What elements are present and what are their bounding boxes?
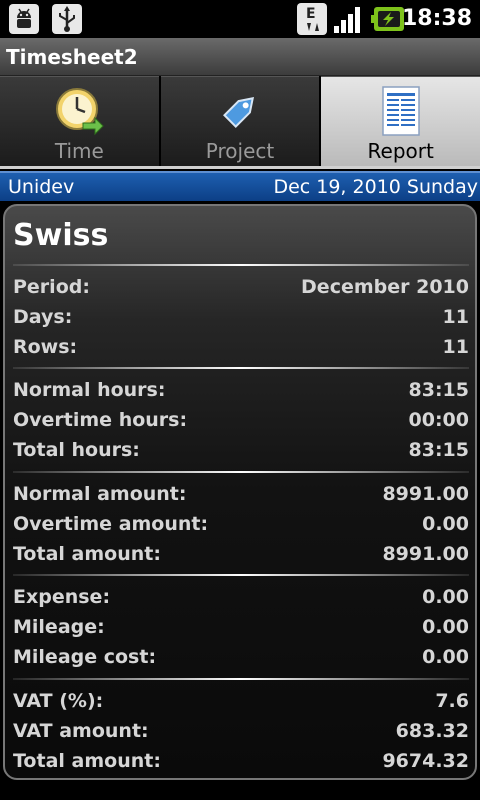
app-title: Timesheet2 [6, 45, 138, 69]
clock-icon [53, 85, 105, 137]
status-bar: E 18:38 [0, 0, 480, 38]
report-row-normal-amount: Normal amount: 8991.00 [13, 479, 469, 509]
current-date: Dec 19, 2010 Sunday [273, 176, 478, 198]
report-row-vat-percent: VAT (%): 7.6 [13, 686, 469, 716]
row-value: 0.00 [422, 513, 469, 535]
report-row-total-hours: Total hours: 83:15 [13, 435, 469, 465]
report-row-mileage: Mileage: 0.00 [13, 612, 469, 642]
row-value: 0.00 [422, 646, 469, 668]
row-value: 83:15 [408, 379, 469, 401]
row-label: Rows: [13, 336, 78, 358]
report-row-normal-hours: Normal hours: 83:15 [13, 375, 469, 405]
divider [13, 574, 469, 576]
row-label: Mileage cost: [13, 646, 157, 668]
row-label: VAT (%): [13, 690, 104, 712]
report-title: Swiss [13, 218, 109, 253]
usb-icon [50, 4, 84, 34]
report-row-expense: Expense: 0.00 [13, 582, 469, 612]
report-row-grand-total: Total amount: 9674.32 [13, 746, 469, 776]
tab-report-label: Report [367, 139, 434, 163]
row-value: 683.32 [395, 720, 469, 742]
row-value: 83:15 [408, 439, 469, 461]
tag-icon [214, 85, 266, 137]
tab-time[interactable]: Time [0, 76, 159, 168]
report-row-vat-amount: VAT amount: 683.32 [13, 716, 469, 746]
android-debug-icon [6, 4, 42, 34]
svg-text:E: E [306, 6, 316, 22]
info-strip: Unidev Dec 19, 2010 Sunday [0, 171, 480, 201]
row-label: Expense: [13, 586, 111, 608]
row-value: 0.00 [422, 586, 469, 608]
row-label: Total hours: [13, 439, 140, 461]
row-value: 7.6 [435, 690, 469, 712]
row-label: Total amount: [13, 750, 161, 772]
signal-icon [332, 4, 366, 34]
row-value: 8991.00 [382, 483, 469, 505]
report-row-mileage-cost: Mileage cost: 0.00 [13, 642, 469, 672]
tab-project[interactable]: Project [160, 76, 320, 168]
report-card[interactable]: Swiss Period: December 2010 Days: 11 Row… [3, 204, 477, 780]
row-value: 11 [442, 306, 469, 328]
divider [13, 367, 469, 369]
document-icon [375, 85, 427, 137]
row-value: 9674.32 [382, 750, 469, 772]
report-row-rows: Rows: 11 [13, 332, 469, 362]
status-clock: 18:38 [401, 6, 472, 31]
edge-data-icon: E [296, 3, 328, 35]
report-row-overtime-amount: Overtime amount: 0.00 [13, 509, 469, 539]
report-row-days: Days: 11 [13, 302, 469, 332]
row-label: Period: [13, 276, 90, 298]
tab-project-label: Project [205, 139, 275, 163]
divider [13, 264, 469, 266]
tab-report[interactable]: Report [321, 76, 480, 168]
tab-bar: Time Project Report [0, 76, 480, 168]
row-value: 0.00 [422, 616, 469, 638]
app-title-bar: Timesheet2 [0, 38, 480, 76]
row-value: December 2010 [301, 276, 469, 298]
row-label: Mileage: [13, 616, 105, 638]
row-value: 00:00 [408, 409, 469, 431]
tab-underline [0, 166, 480, 169]
report-row-period: Period: December 2010 [13, 272, 469, 302]
divider [13, 471, 469, 473]
row-label: Total amount: [13, 543, 161, 565]
company-name: Unidev [8, 176, 75, 198]
row-label: Normal amount: [13, 483, 187, 505]
row-label: Overtime amount: [13, 513, 209, 535]
report-row-total-amount: Total amount: 8991.00 [13, 539, 469, 569]
tab-time-label: Time [54, 139, 104, 163]
battery-charging-icon [370, 4, 406, 34]
row-value: 8991.00 [382, 543, 469, 565]
report-row-overtime-hours: Overtime hours: 00:00 [13, 405, 469, 435]
divider [13, 678, 469, 680]
row-label: Overtime hours: [13, 409, 188, 431]
row-label: Days: [13, 306, 73, 328]
row-value: 11 [442, 336, 469, 358]
row-label: Normal hours: [13, 379, 166, 401]
row-label: VAT amount: [13, 720, 149, 742]
